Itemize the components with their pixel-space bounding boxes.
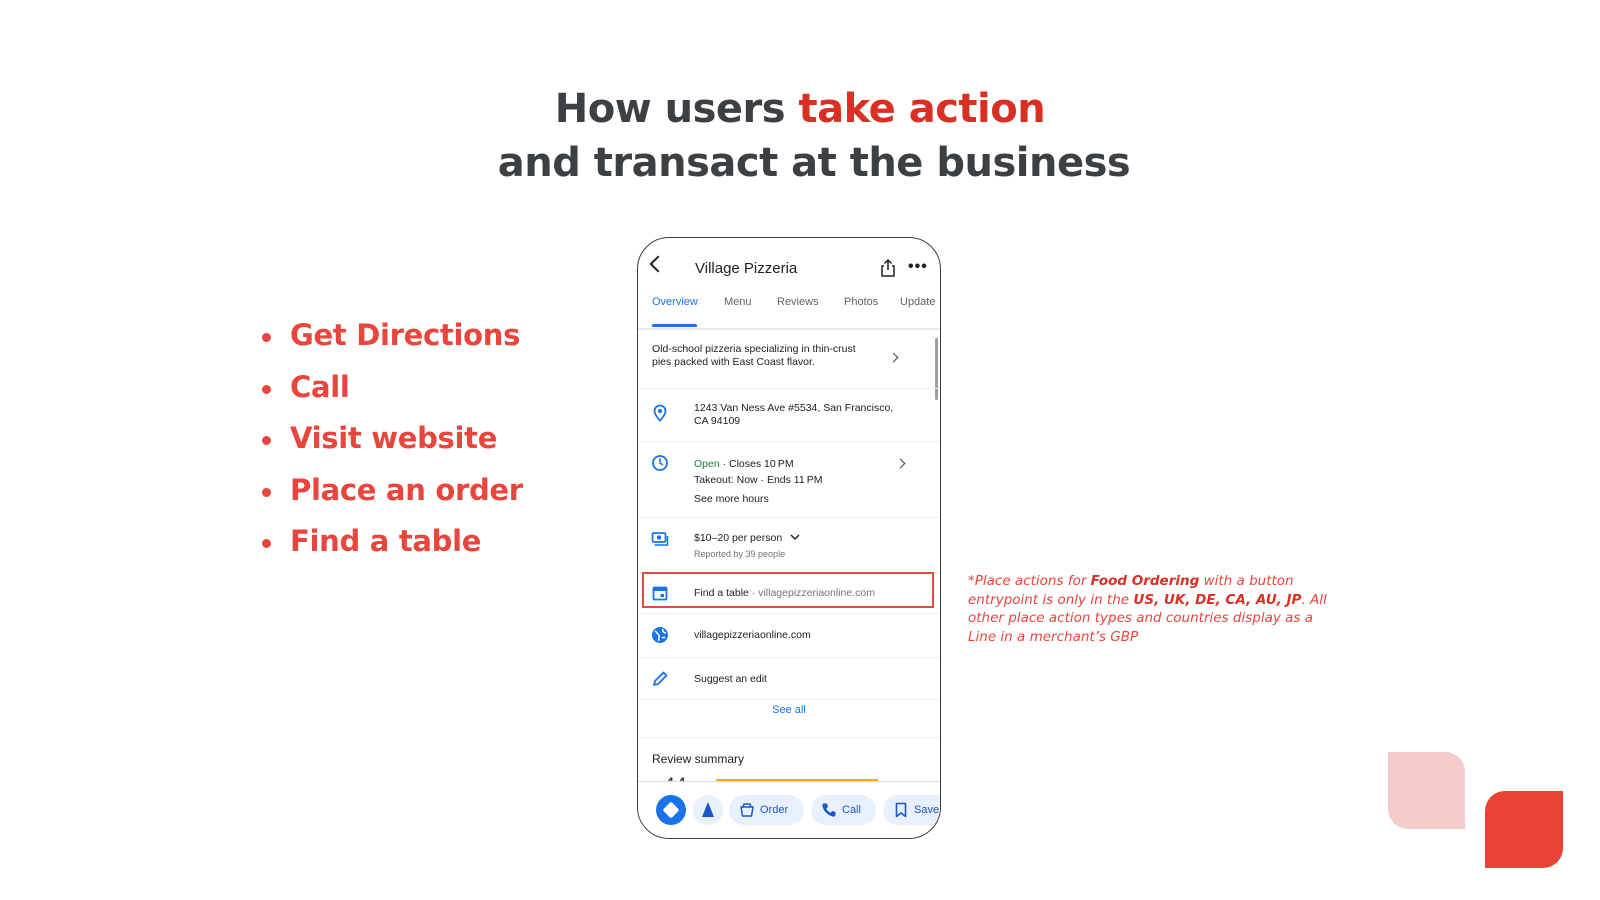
- place-tabs: Overview Menu Reviews Photos Update: [638, 296, 940, 330]
- action-list-item: Find a table: [262, 524, 523, 576]
- website-row[interactable]: villagepizzeriaonline.com: [638, 614, 940, 658]
- pencil-icon: [653, 671, 668, 686]
- review-summary-title: Review summary: [652, 752, 745, 766]
- description-line2: pies packed with East Coast flavor.: [652, 356, 815, 368]
- chevron-down-icon[interactable]: [790, 533, 800, 541]
- website-link[interactable]: villagepizzeriaonline.com: [694, 629, 811, 642]
- action-list-item: Place an order: [262, 473, 523, 525]
- price-row[interactable]: $10–20 per person Reported by 39 people: [638, 518, 940, 573]
- place-title: Village Pizzeria: [695, 260, 798, 277]
- save-label: Save: [914, 804, 940, 816]
- description-line1: Old-school pizzeria specializing in thin…: [652, 343, 856, 355]
- hours-row[interactable]: Open · Closes 10 PM Takeout: Now · Ends …: [638, 442, 940, 518]
- slide-title-line2: and transact at the business: [497, 140, 1131, 186]
- price-reported-count: Reported by 39 people: [694, 549, 786, 559]
- action-list-item: Visit website: [262, 421, 523, 473]
- takeout-bag-icon: [740, 803, 754, 817]
- price-range: $10–20 per person: [694, 532, 783, 544]
- order-button[interactable]: Order: [729, 795, 804, 825]
- action-label: Visit website: [290, 421, 498, 455]
- directions-icon: [662, 801, 680, 819]
- chevron-left-icon[interactable]: [649, 255, 667, 273]
- action-label: Place an order: [290, 472, 523, 507]
- action-label: Get Directions: [290, 318, 521, 352]
- slide-title-line1: How users take action: [0, 86, 1600, 132]
- directions-button[interactable]: [656, 795, 686, 825]
- clock-icon: [652, 455, 668, 471]
- bullet-icon: [262, 539, 271, 548]
- footnote-emphasis: Food Ordering: [1090, 573, 1200, 589]
- description-row[interactable]: Old-school pizzeria specializing in thin…: [638, 330, 940, 389]
- tab-photos[interactable]: Photos: [844, 296, 878, 308]
- bullet-icon: [262, 333, 271, 342]
- tab-reviews[interactable]: Reviews: [777, 296, 819, 308]
- bullet-icon: [262, 436, 271, 445]
- bookmark-icon: [895, 802, 907, 818]
- action-label: Call: [290, 369, 350, 404]
- phone-icon: [822, 803, 836, 817]
- active-tab-indicator: [652, 324, 697, 327]
- action-list-item: Get Directions: [262, 318, 523, 370]
- closing-time: · Closes 10 PM: [719, 458, 794, 470]
- address-line2: CA 94109: [694, 415, 741, 427]
- action-list: Get Directions Call Visit website Place …: [262, 318, 523, 576]
- see-more-hours-link[interactable]: See more hours: [694, 491, 823, 507]
- see-all-link[interactable]: See all: [638, 704, 940, 716]
- action-bar: Order Call Save: [638, 781, 940, 838]
- footnote: *Place actions for Food Ordering with a …: [968, 572, 1328, 646]
- place-header: Village Pizzeria •••: [638, 238, 940, 288]
- open-status: Open: [694, 458, 720, 470]
- decorative-red-shape: [1485, 791, 1563, 868]
- navigation-arrow-icon: [702, 802, 714, 817]
- call-button[interactable]: Call: [811, 795, 876, 825]
- chevron-right-icon: [888, 352, 899, 363]
- action-label: Find a table: [290, 524, 482, 558]
- tab-updates[interactable]: Update: [900, 296, 935, 308]
- bullet-icon: [262, 384, 271, 394]
- address-line1: 1243 Van Ness Ave #5534, San Francisco,: [694, 402, 894, 414]
- order-label: Order: [760, 804, 789, 816]
- takeout-hours: Takeout: Now · Ends 11 PM: [694, 474, 823, 486]
- decorative-pink-shape: [1388, 752, 1465, 829]
- chevron-right-icon: [895, 458, 906, 469]
- phone-mockup: Village Pizzeria ••• Overview Menu Revie…: [637, 237, 941, 839]
- footnote-text: *Place actions for: [968, 573, 1091, 589]
- find-table-highlight-box: [642, 572, 934, 608]
- globe-icon: [652, 627, 668, 643]
- suggest-edit-row[interactable]: Suggest an edit: [638, 658, 940, 700]
- title-prefix: How users: [554, 86, 799, 132]
- call-label: Call: [842, 804, 861, 816]
- money-icon: [651, 532, 669, 546]
- tab-menu[interactable]: Menu: [724, 296, 752, 308]
- share-icon[interactable]: [878, 258, 898, 278]
- suggest-edit-label: Suggest an edit: [694, 673, 767, 685]
- action-list-item: Call: [262, 370, 523, 422]
- start-navigation-button[interactable]: [693, 795, 723, 825]
- more-horiz-icon[interactable]: •••: [908, 258, 928, 276]
- location-pin-icon: [653, 404, 667, 422]
- tab-overview[interactable]: Overview: [652, 296, 698, 308]
- footnote-countries: US, UK, DE, CA, AU, JP: [1133, 591, 1302, 608]
- save-button[interactable]: Save: [883, 795, 940, 825]
- bullet-icon: [262, 487, 271, 497]
- address-row[interactable]: 1243 Van Ness Ave #5534, San Francisco, …: [638, 389, 940, 442]
- title-accent: take action: [798, 86, 1046, 132]
